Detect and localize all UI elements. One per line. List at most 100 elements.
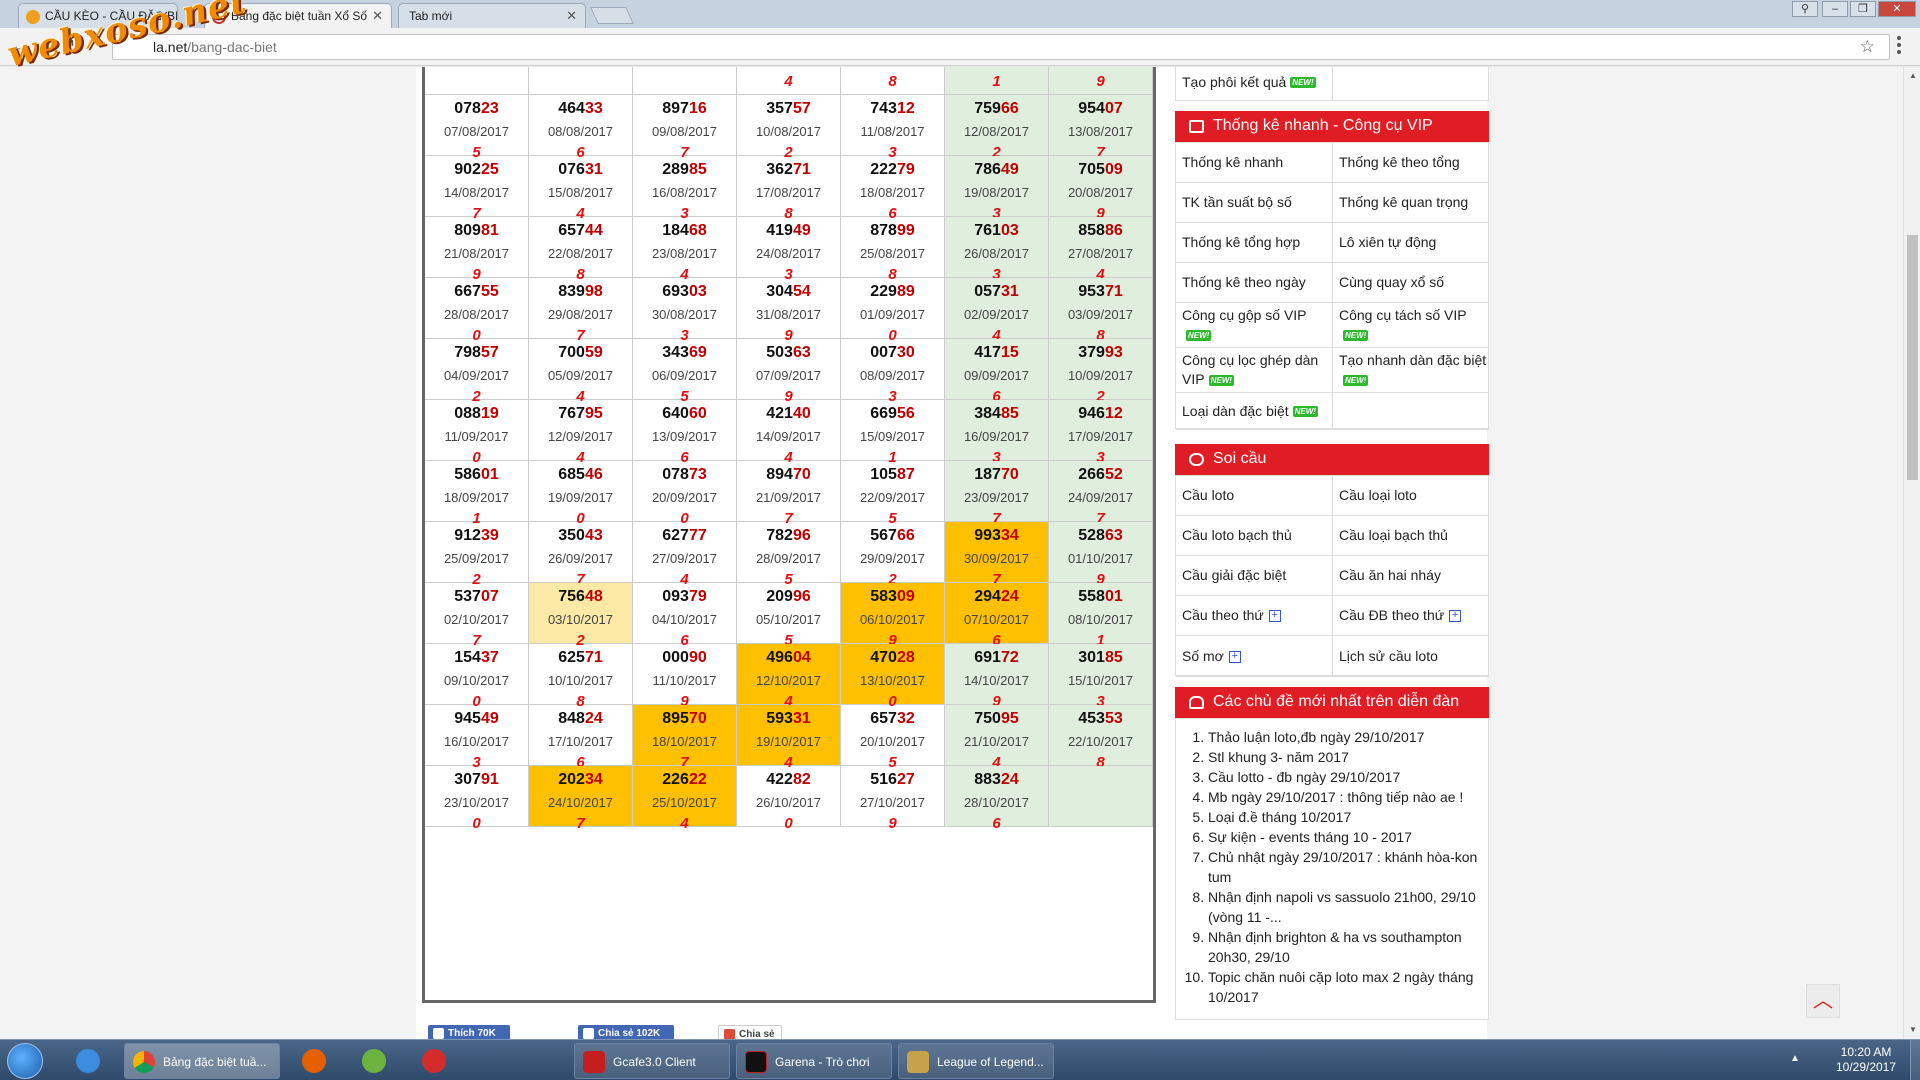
forum-topic-link[interactable]: Cầu lotto - đb ngày 29/10/2017 xyxy=(1208,767,1480,787)
sidebar-tool-link[interactable]: Thống kê quan trọng xyxy=(1333,183,1489,223)
sidebar-tool-link[interactable]: Cầu loại bạch thủ xyxy=(1333,516,1489,556)
special-prize-number: 76795 xyxy=(558,405,603,422)
table-cell: 41949 24/08/2017 3 xyxy=(737,217,841,283)
table-cell: 91239 25/09/2017 2 xyxy=(425,522,529,588)
sidebar-tool-link[interactable]: Lịch sử cầu loto xyxy=(1333,636,1489,677)
sidebar-tool-link[interactable]: Cầu loto bạch thủ xyxy=(1176,516,1333,556)
draw-date: 14/09/2017 xyxy=(755,429,822,444)
sidebar-tool-link[interactable]: Cầu giải đặc biệt xyxy=(1176,556,1333,596)
minimize-button[interactable]: – xyxy=(1822,1,1848,17)
browser-menu-icon[interactable] xyxy=(1897,36,1901,54)
special-prize-number: 38485 xyxy=(974,405,1019,422)
sidebar-tool-link[interactable]: Loại dàn đặc biệt NEW! xyxy=(1176,393,1333,430)
show-desktop-button[interactable] xyxy=(1910,1040,1920,1080)
forum-topic-link[interactable]: Loại đ.ề tháng 10/2017 xyxy=(1208,807,1480,827)
sidebar-tool-link[interactable]: TK tần suất bộ số xyxy=(1176,183,1333,223)
draw-date: 29/09/2017 xyxy=(859,551,926,566)
table-cell: 62571 10/10/2017 8 xyxy=(529,644,633,710)
draw-date: 13/09/2017 xyxy=(651,429,718,444)
sidebar-tool-link[interactable]: Thống kê theo ngày xyxy=(1176,263,1333,303)
sidebar-tool-link[interactable]: Công cụ lọc ghép dàn VIP NEW! xyxy=(1176,348,1333,393)
sidebar-tool-link[interactable]: Cùng quay xổ số xyxy=(1333,263,1489,303)
sidebar-tool-link[interactable]: Thống kê theo tổng xyxy=(1333,143,1489,183)
scrollbar-thumb[interactable] xyxy=(1907,235,1918,480)
sidebar-tool-link[interactable]: Thống kê tổng hợp xyxy=(1176,223,1333,263)
forum-topic-link[interactable]: Thảo luận loto,đb ngày 29/10/2017 xyxy=(1208,727,1480,747)
sidebar-tool-link[interactable]: Tạo nhanh dàn đặc biệtNEW! xyxy=(1333,348,1489,393)
draw-date: 12/08/2017 xyxy=(963,124,1030,139)
scroll-up-arrow-icon[interactable]: ▲ xyxy=(1909,71,1917,80)
special-prize-number: 88324 xyxy=(974,771,1019,788)
taskbar-task-chrome[interactable]: Bảng đặc biệt tuầ... xyxy=(124,1043,280,1079)
page-scrollbar[interactable]: ▲ ▼ xyxy=(1903,67,1920,1039)
sidebar-tool-link[interactable]: Cầu loại loto xyxy=(1333,476,1489,516)
table-cell: 75966 12/08/2017 2 xyxy=(945,95,1049,161)
sidebar-tool-link[interactable]: Cầu theo thứ + xyxy=(1176,596,1333,636)
digit-sum: 4 xyxy=(784,73,793,90)
draw-date: 25/09/2017 xyxy=(443,551,510,566)
draw-date: 12/10/2017 xyxy=(755,673,822,688)
sidebar-tool-link[interactable]: Lô xiên tự động xyxy=(1333,223,1489,263)
forum-topic-link[interactable]: Stl khung 3- năm 2017 xyxy=(1208,747,1480,767)
draw-date: 25/10/2017 xyxy=(651,795,718,810)
sidebar-item-tao-phoi[interactable]: Tạo phôi kết quả NEW! xyxy=(1176,67,1333,101)
special-prize-number: 85886 xyxy=(1078,222,1123,239)
expand-plus-icon[interactable]: + xyxy=(1449,610,1462,623)
forum-topic-link[interactable]: Nhận định napoli vs sassuolo 21h00, 29/1… xyxy=(1208,887,1480,927)
new-badge: NEW! xyxy=(1208,374,1234,386)
close-tab-icon[interactable]: ✕ xyxy=(372,8,383,24)
table-cell: 55801 08/10/2017 1 xyxy=(1049,583,1153,649)
special-prize-number: 07873 xyxy=(662,466,707,483)
firefox-taskbar-icon[interactable] xyxy=(288,1044,340,1078)
special-prize-number: 20234 xyxy=(558,771,603,788)
taskbar-task-lol[interactable]: League of Legend... xyxy=(898,1043,1054,1079)
close-tab-icon[interactable]: ✕ xyxy=(566,8,577,24)
forum-topic-link[interactable]: Mb ngày 29/10/2017 : thông tiếp nào ae ! xyxy=(1208,787,1480,807)
table-cell: 35043 26/09/2017 7 xyxy=(529,522,633,588)
forum-topic-link[interactable]: Nhận định brighton & ha vs southampton 2… xyxy=(1208,927,1480,967)
user-profile-icon[interactable]: ⚲ xyxy=(1792,1,1818,17)
forum-topic-link[interactable]: Sự kiện - events tháng 10 - 2017 xyxy=(1208,827,1480,847)
google-plus-icon xyxy=(724,1029,735,1039)
sidebar-tool-link[interactable]: Cầu ăn hai nháy xyxy=(1333,556,1489,596)
restore-button[interactable]: ❐ xyxy=(1850,1,1876,17)
special-prize-number: 36271 xyxy=(766,161,811,178)
app-taskbar-icon[interactable] xyxy=(348,1044,400,1078)
scroll-to-top-button[interactable]: ︿ xyxy=(1806,984,1840,1018)
facebook-like-button[interactable]: Thích 70K xyxy=(428,1025,510,1039)
sidebar-tool-link[interactable]: Số mơ + xyxy=(1176,636,1333,677)
special-prize-number: 79857 xyxy=(454,344,499,361)
sidebar-tool-link[interactable]: Cầu ĐB theo thứ + xyxy=(1333,596,1489,636)
new-tab-button[interactable] xyxy=(590,7,634,24)
garena-taskbar-icon[interactable] xyxy=(408,1044,460,1078)
draw-date: 10/08/2017 xyxy=(755,124,822,139)
special-prize-number: 78296 xyxy=(766,527,811,544)
sidebar-tool-link[interactable]: Công cụ gộp số VIPNEW! xyxy=(1176,303,1333,348)
sidebar-tool-link[interactable]: Công cụ tách số VIPNEW! xyxy=(1333,303,1489,348)
tray-expand-icon[interactable]: ▲ xyxy=(1790,1053,1800,1064)
expand-plus-icon[interactable]: + xyxy=(1268,610,1281,623)
special-prize-number: 00730 xyxy=(870,344,915,361)
address-bar[interactable]: la.net/bang-dac-biet ☆ xyxy=(112,34,1890,60)
facebook-share-button[interactable]: Chia sẻ 102K xyxy=(578,1025,674,1039)
system-clock[interactable]: 10:20 AM 10/29/2017 xyxy=(1826,1045,1906,1075)
close-window-button[interactable]: ✕ xyxy=(1878,1,1916,17)
tab-new[interactable]: Tab mới ✕ xyxy=(398,3,586,28)
sidebar-tool-link[interactable]: Cầu loto xyxy=(1176,476,1333,516)
google-share-button[interactable]: Chia sẻ xyxy=(718,1025,782,1039)
ie-taskbar-icon[interactable] xyxy=(62,1044,114,1078)
draw-date: 02/10/2017 xyxy=(443,612,510,627)
forum-topic-link[interactable]: Chủ nhật ngày 29/10/2017 : khánh hòa-kon… xyxy=(1208,847,1480,887)
draw-date: 07/10/2017 xyxy=(963,612,1030,627)
table-cell: 07631 15/08/2017 4 xyxy=(529,156,633,222)
taskbar-task-garena[interactable]: Garena - Trò chơi xyxy=(736,1043,892,1079)
expand-plus-icon[interactable]: + xyxy=(1228,650,1241,663)
start-button[interactable] xyxy=(7,1043,43,1079)
bookmark-star-icon[interactable]: ☆ xyxy=(1860,37,1875,57)
forum-topic-link[interactable]: Topic chăn nuôi cặp loto max 2 ngày thán… xyxy=(1208,967,1480,1007)
scroll-down-arrow-icon[interactable]: ▼ xyxy=(1909,1025,1917,1034)
draw-date: 18/09/2017 xyxy=(443,490,510,505)
special-prize-number: 52863 xyxy=(1078,527,1123,544)
taskbar-task-gcafe[interactable]: Gcafe3.0 Client xyxy=(574,1043,730,1079)
sidebar-tool-link[interactable]: Thống kê nhanh xyxy=(1176,143,1333,183)
